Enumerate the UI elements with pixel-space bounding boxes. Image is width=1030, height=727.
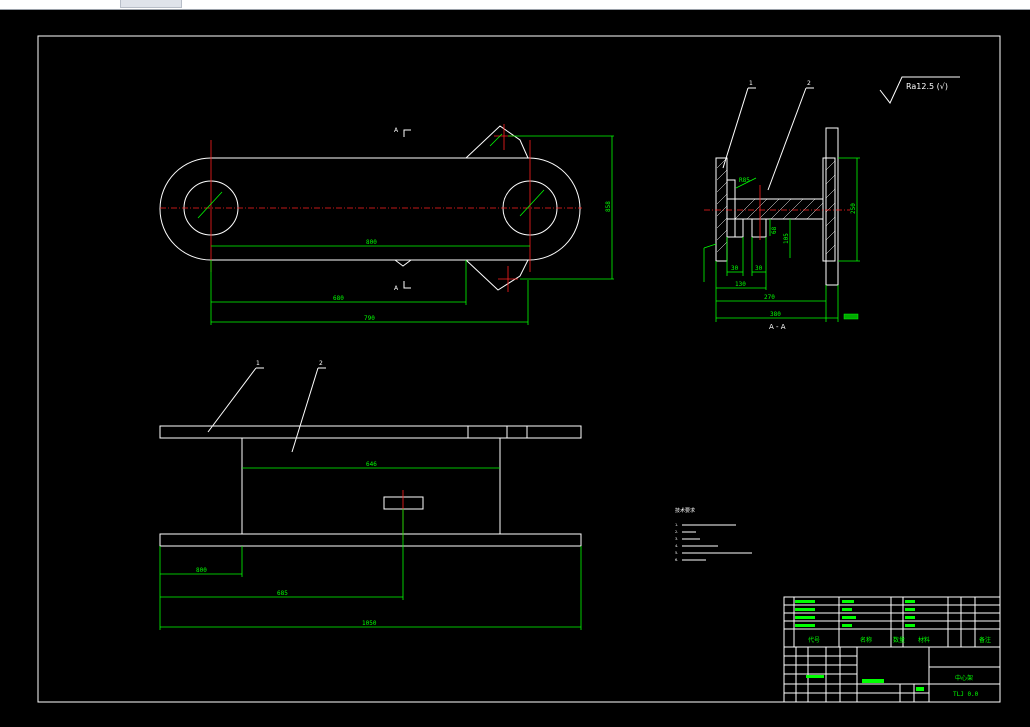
leader-label-2: 2 xyxy=(319,360,323,367)
notes-line-1: 1. xyxy=(675,523,678,527)
top-view: A A 800 680 790 858 xyxy=(159,124,614,325)
notes-line-5: 5. xyxy=(675,551,678,555)
col-qty: 数量 xyxy=(893,636,905,644)
roughness-text: Ra12.5 (√) xyxy=(906,82,948,91)
part-row-3-name xyxy=(842,616,856,619)
col-code: 代号 xyxy=(808,636,820,644)
dim-800: 800 xyxy=(366,239,377,246)
center-slot xyxy=(383,496,424,510)
part-row-2-name xyxy=(842,608,852,611)
dim-270: 270 xyxy=(764,294,775,301)
notes-line-2: 2. xyxy=(675,530,678,534)
section-label-bottom: A xyxy=(394,285,399,292)
dim-30a: 30 xyxy=(731,265,739,272)
drawing-name: 中心架 xyxy=(955,674,973,682)
document-tab[interactable] xyxy=(120,0,182,8)
section-leader-2 xyxy=(767,87,807,191)
section-mark-top xyxy=(403,129,411,137)
leader-part-1 xyxy=(207,367,257,433)
dim-68: 68 xyxy=(771,226,778,234)
section-label-top: A xyxy=(394,127,399,134)
leader-right-bore xyxy=(519,189,545,217)
part-row-1-mat xyxy=(905,600,915,603)
top-lug xyxy=(465,125,529,159)
col-name: 名称 xyxy=(860,636,872,644)
part-row-3-mat xyxy=(905,616,915,619)
title-block: 代号 名称 数量 材料 备注 中心架 TLJ 0.0 xyxy=(783,596,1001,703)
left-flange xyxy=(715,157,728,262)
signature-field xyxy=(806,675,824,678)
dim-130: 130 xyxy=(735,281,746,288)
roughness-symbol: Ra12.5 (√) xyxy=(879,76,960,104)
leader-label-1: 1 xyxy=(256,360,260,367)
section-leader-label-2: 2 xyxy=(807,80,811,87)
bottom-lug xyxy=(465,259,529,291)
dim-685: 685 xyxy=(277,590,288,597)
dim-105: 105 xyxy=(783,233,790,244)
rib-center xyxy=(751,218,767,238)
top-plate xyxy=(159,425,582,439)
dim-858: 858 xyxy=(605,201,612,212)
drawing-number: TLJ 0.0 xyxy=(953,691,979,698)
sheet-field xyxy=(916,687,924,691)
part-row-3-code xyxy=(795,616,815,619)
leader-left-bore xyxy=(197,191,223,219)
part-row-4-code xyxy=(795,624,815,627)
dim-30b: 30 xyxy=(755,265,763,272)
scale-field xyxy=(862,679,884,683)
section-leader-1 xyxy=(722,87,749,169)
leader-part-2 xyxy=(291,367,319,453)
bottom-plate xyxy=(159,533,582,547)
dim-790: 790 xyxy=(364,315,375,322)
section-scale-mark xyxy=(843,313,859,320)
part-row-2-code xyxy=(795,608,815,611)
dim-leader-left-bore xyxy=(703,243,717,249)
part-row-2-mat xyxy=(905,608,915,611)
dim-r85: R85 xyxy=(739,177,750,184)
part-row-4-mat xyxy=(905,624,915,627)
window-title-bar xyxy=(0,0,1030,10)
notes-line-6: 6. xyxy=(675,558,678,562)
part-row-4-name xyxy=(842,624,852,627)
section-view: 1 2 250 30 30 130 270 380 68 105 R85 A -… xyxy=(703,80,860,331)
web-section xyxy=(726,198,824,220)
col-note: 备注 xyxy=(979,636,991,644)
cad-drawing-canvas[interactable]: A A 800 680 790 858 646 800 685 1050 1 2… xyxy=(0,10,1030,727)
section-leader-label-1: 1 xyxy=(749,80,753,87)
center-notch xyxy=(394,259,412,267)
dim-380: 380 xyxy=(770,311,781,318)
right-boss xyxy=(822,157,836,262)
section-title: A - A xyxy=(769,323,786,331)
col-material: 材料 xyxy=(918,636,930,644)
section-mark-bottom xyxy=(403,281,411,289)
dim-800b: 800 xyxy=(196,567,207,574)
technical-notes: 技术要求 1. 2. 3. 4. 5. 6. xyxy=(675,507,752,562)
dim-250: 250 xyxy=(850,203,857,214)
left-boss xyxy=(726,179,736,238)
dim-646: 646 xyxy=(366,461,377,468)
part-row-1-code xyxy=(795,600,815,603)
notes-line-4: 4. xyxy=(675,544,678,548)
part-row-1-name xyxy=(842,600,854,603)
dim-1050: 1050 xyxy=(362,620,377,627)
notes-line-3: 3. xyxy=(675,537,678,541)
dim-680: 680 xyxy=(333,295,344,302)
front-view: 646 800 685 1050 1 2 xyxy=(159,360,582,630)
notes-title: 技术要求 xyxy=(675,507,695,514)
